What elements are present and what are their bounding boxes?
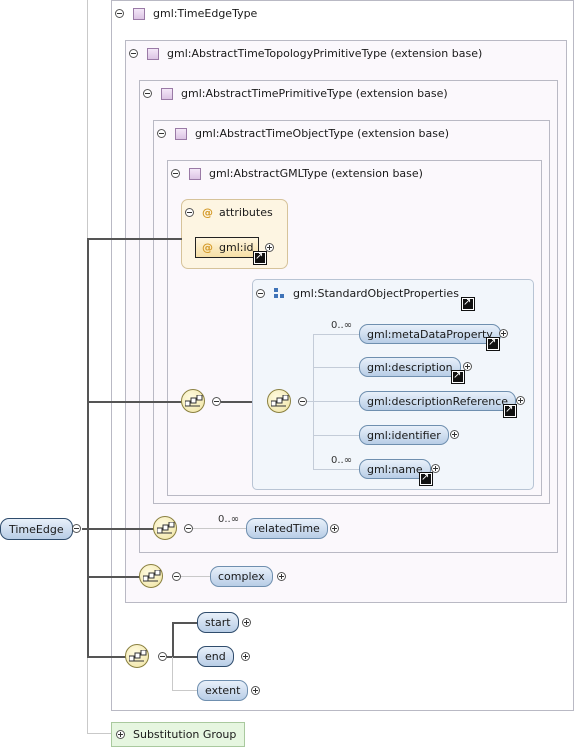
connector-trunk — [87, 238, 89, 657]
reference-arrow-icon[interactable] — [420, 471, 432, 485]
sequence-icon[interactable] — [153, 516, 177, 540]
collapse-icon[interactable] — [157, 129, 166, 138]
collapse-icon[interactable] — [172, 572, 181, 581]
element-relatedtime[interactable]: relatedTime — [246, 518, 328, 539]
expand-icon[interactable] — [242, 618, 251, 627]
group-icon — [274, 287, 286, 300]
header-time-object[interactable]: gml:AbstractTimeObjectType (extension ba… — [157, 127, 449, 140]
element-end[interactable]: end — [197, 646, 234, 667]
connector-extent-v — [172, 657, 173, 690]
expand-icon[interactable] — [463, 362, 472, 371]
complex-type-icon — [189, 167, 201, 180]
occurrence-label: 0..∞ — [331, 320, 353, 331]
root-element-timeedge[interactable]: TimeEdge — [0, 518, 73, 540]
connector-to-seq1 — [87, 401, 182, 403]
substitution-group-box[interactable]: Substitution Group — [111, 722, 245, 747]
expand-icon[interactable] — [330, 524, 339, 533]
connector-start — [172, 622, 197, 624]
connector-to-seq4 — [87, 656, 126, 658]
header-topology-primitive[interactable]: gml:AbstractTimeTopologyPrimitiveType (e… — [129, 47, 482, 60]
expand-icon[interactable] — [251, 686, 260, 695]
expand-icon[interactable] — [516, 396, 525, 405]
expand-icon[interactable] — [265, 243, 274, 252]
header-gml-type[interactable]: gml:AbstractGMLType (extension base) — [171, 167, 423, 180]
header-time-primitive[interactable]: gml:AbstractTimePrimitiveType (extension… — [143, 87, 448, 100]
sequence-icon[interactable] — [139, 564, 163, 588]
collapse-icon[interactable] — [256, 289, 265, 298]
bracket-h — [307, 401, 359, 402]
topology-primitive-title: gml:AbstractTimeTopologyPrimitiveType (e… — [167, 47, 483, 60]
bracket-h — [313, 469, 359, 470]
reference-arrow-icon[interactable] — [487, 336, 499, 350]
collapse-icon[interactable] — [212, 397, 221, 406]
attribute-gml-id[interactable]: @ gml:id — [195, 237, 259, 258]
attributes-title: attributes — [219, 206, 273, 219]
sequence-icon[interactable] — [125, 644, 149, 668]
collapse-icon[interactable] — [129, 49, 138, 58]
tree-line-subst — [87, 733, 111, 734]
complex-type-icon — [147, 47, 159, 60]
time-object-title: gml:AbstractTimeObjectType (extension ba… — [195, 127, 450, 140]
element-identifier[interactable]: gml:identifier — [359, 425, 449, 445]
attribute-id-label: gml:id — [219, 241, 254, 254]
reference-arrow-icon[interactable] — [452, 369, 464, 383]
time-primitive-title: gml:AbstractTimePrimitiveType (extension… — [181, 87, 448, 100]
complex-type-icon — [175, 127, 187, 140]
connector-seq4-v — [172, 622, 174, 657]
connector-extent-h — [172, 690, 197, 691]
connector-to-seq2 — [87, 528, 154, 530]
element-metadataproperty[interactable]: gml:metaDataProperty — [359, 324, 501, 344]
expand-icon[interactable] — [116, 730, 125, 739]
collapse-icon[interactable] — [143, 89, 152, 98]
attribute-at-icon: @ — [202, 206, 213, 219]
collapse-icon[interactable] — [115, 9, 124, 18]
element-description[interactable]: gml:description — [359, 357, 461, 377]
element-extent[interactable]: extent — [197, 680, 249, 701]
reference-arrow-icon[interactable] — [504, 403, 516, 417]
standard-props-header[interactable]: gml:StandardObjectProperties — [256, 287, 459, 300]
attribute-at-icon: @ — [202, 241, 213, 254]
element-complex[interactable]: complex — [210, 566, 273, 587]
sequence-icon[interactable] — [181, 389, 205, 413]
collapse-icon[interactable] — [72, 524, 81, 533]
reference-arrow-icon[interactable] — [462, 296, 474, 310]
expand-icon[interactable] — [499, 329, 508, 338]
bracket-h — [313, 334, 359, 335]
collapse-icon[interactable] — [184, 524, 193, 533]
reference-arrow-icon[interactable] — [254, 250, 266, 264]
header-time-edge-type[interactable]: gml:TimeEdgeType — [115, 7, 257, 20]
collapse-icon[interactable] — [158, 652, 167, 661]
collapse-icon[interactable] — [171, 169, 180, 178]
connector-to-attrs — [87, 238, 182, 240]
substitution-group-label: Substitution Group — [133, 728, 237, 741]
expand-icon[interactable] — [241, 652, 250, 661]
connector-to-seq3 — [87, 576, 140, 578]
expand-icon[interactable] — [450, 430, 459, 439]
sequence-icon[interactable] — [267, 389, 291, 413]
element-start[interactable]: start — [197, 612, 239, 633]
connector-complex — [181, 576, 210, 577]
element-descriptionreference[interactable]: gml:descriptionReference — [359, 391, 517, 411]
complex-type-icon — [161, 87, 173, 100]
time-edge-type-title: gml:TimeEdgeType — [153, 7, 258, 20]
collapse-icon[interactable] — [298, 397, 307, 406]
expand-icon[interactable] — [431, 464, 440, 473]
collapse-icon[interactable] — [185, 208, 194, 217]
complex-type-icon — [133, 7, 145, 20]
gml-type-title: gml:AbstractGMLType (extension base) — [209, 167, 423, 180]
standard-props-title: gml:StandardObjectProperties — [293, 287, 459, 300]
occurrence-label: 0..∞ — [331, 455, 353, 466]
bracket-h — [313, 367, 359, 368]
expand-icon[interactable] — [277, 572, 286, 581]
connector-related-time — [193, 528, 246, 529]
attributes-header[interactable]: @ attributes — [185, 206, 273, 219]
occurrence-label: 0..∞ — [218, 514, 240, 525]
bracket-h — [313, 435, 359, 436]
